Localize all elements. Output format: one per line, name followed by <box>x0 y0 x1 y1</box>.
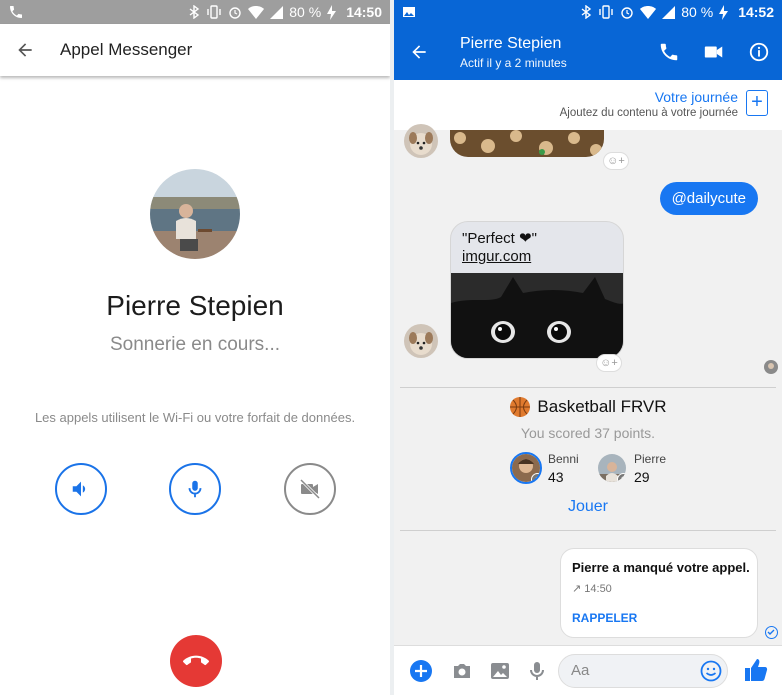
microphone-button[interactable] <box>169 463 221 515</box>
microphone-icon[interactable] <box>525 659 549 683</box>
sender-avatar <box>404 124 438 158</box>
bluetooth-icon <box>189 5 200 19</box>
game-header: Basketball FRVR <box>394 396 782 418</box>
call-screen: 80 % 14:50 Appel Messenger Pierre Stepie… <box>0 0 390 695</box>
divider <box>400 530 776 531</box>
back-button[interactable] <box>394 42 444 62</box>
sent-message[interactable]: @dailycute <box>659 182 758 215</box>
signal-icon <box>662 5 676 19</box>
battery-charging-icon <box>327 4 337 20</box>
story-subtitle: Ajoutez du contenu à votre journée <box>559 107 738 119</box>
player-name: Benni <box>548 452 579 466</box>
reaction-button[interactable]: ☺+ <box>596 354 622 372</box>
back-arrow-icon <box>18 43 32 57</box>
bluetooth-icon <box>581 5 592 19</box>
back-arrow-icon <box>412 45 426 59</box>
leaderboard-entry: 2 Pierre 29 <box>596 452 666 485</box>
missed-call-time: ↗ 14:50 <box>572 583 612 595</box>
player-avatar: 2 <box>596 452 628 484</box>
battery-percent: 80 % <box>289 4 322 20</box>
info-icon[interactable] <box>748 41 770 63</box>
sender-avatar <box>404 324 438 358</box>
phone-icon <box>10 6 22 18</box>
hang-up-icon <box>183 655 209 666</box>
basketball-icon <box>510 397 531 417</box>
add-story-button[interactable]: + <box>746 90 768 116</box>
clock: 14:52 <box>738 4 774 20</box>
call-status: Sonnerie en cours... <box>109 334 281 355</box>
contact-info[interactable]: Pierre Stepien Actif il y a 2 minutes <box>460 35 567 70</box>
wifi-icon <box>248 5 265 19</box>
play-game-button[interactable]: Jouer <box>394 498 782 516</box>
camera-icon[interactable] <box>450 659 474 683</box>
game-score-text: You scored 37 points. <box>520 425 656 441</box>
divider <box>400 387 776 388</box>
signal-icon <box>270 5 284 19</box>
clock: 14:50 <box>346 4 382 20</box>
battery-charging-icon <box>719 4 729 20</box>
game-name: Basketball FRVR <box>537 397 667 416</box>
chat-header: Pierre Stepien Actif il y a 2 minutes <box>394 24 782 80</box>
page-title: Appel Messenger <box>60 40 193 59</box>
video-call-icon[interactable] <box>702 41 726 63</box>
contact-name: Pierre Stepien <box>460 34 562 52</box>
link-preview-card[interactable]: "Perfect ❤" imgur.com <box>450 221 624 359</box>
cat-image <box>451 273 623 358</box>
received-image[interactable] <box>450 130 604 157</box>
alarm-icon <box>229 7 241 19</box>
missed-call-title: Pierre a manqué votre appel. <box>572 560 750 575</box>
image-notification-icon <box>403 7 415 17</box>
speaker-icon <box>72 481 86 497</box>
video-toggle-button[interactable] <box>284 463 336 515</box>
back-button[interactable] <box>0 40 50 60</box>
player-rank: 2 <box>617 473 626 482</box>
alarm-icon <box>621 7 633 19</box>
status-bar: 80 % 14:52 <box>394 0 782 24</box>
chat-screen: 80 % 14:52 Pierre Stepien Actif il y a 2… <box>394 0 782 695</box>
gallery-icon[interactable] <box>488 659 512 683</box>
hang-up-button[interactable] <box>170 635 222 687</box>
composer-bar: Aa <box>394 645 782 695</box>
network-note: Les appels utilisent le Wi-Fi ou votre f… <box>34 410 356 425</box>
link-url[interactable]: imgur.com <box>462 248 612 266</box>
player-score: 43 <box>548 469 564 485</box>
missed-call-card: Pierre a manqué votre appel. ↗ 14:50 RAP… <box>560 548 758 638</box>
speaker-button[interactable] <box>55 463 107 515</box>
microphone-icon <box>188 480 202 498</box>
call-header: Appel Messenger <box>0 24 390 76</box>
voice-call-icon[interactable] <box>658 41 680 63</box>
player-avatar: 1 <box>510 452 542 484</box>
status-bar: 80 % 14:50 <box>0 0 390 24</box>
story-banner[interactable]: Votre journée Ajoutez du contenu à votre… <box>394 80 782 130</box>
player-rank: 1 <box>531 473 540 482</box>
add-icon[interactable] <box>409 659 433 683</box>
story-title: Votre journée <box>654 89 738 105</box>
vibrate-icon <box>599 5 613 19</box>
reaction-button[interactable]: ☺+ <box>603 152 629 170</box>
wifi-icon <box>640 5 657 19</box>
battery-percent: 80 % <box>681 4 714 20</box>
contact-avatar <box>150 169 240 259</box>
emoji-icon[interactable] <box>700 660 722 682</box>
leaderboard-entry: 1 Benni 43 <box>510 452 579 485</box>
video-off-icon <box>299 478 321 500</box>
link-title: "Perfect ❤" <box>462 230 537 247</box>
player-score: 29 <box>634 469 650 485</box>
sent-check-icon <box>765 626 778 639</box>
call-back-button[interactable]: RAPPELER <box>572 611 637 625</box>
read-receipt-avatar <box>764 360 778 374</box>
player-name: Pierre <box>634 452 667 466</box>
vibrate-icon <box>207 5 221 19</box>
active-status: Actif il y a 2 minutes <box>460 55 567 70</box>
contact-name: Pierre Stepien <box>106 290 284 321</box>
like-icon[interactable] <box>744 657 768 683</box>
